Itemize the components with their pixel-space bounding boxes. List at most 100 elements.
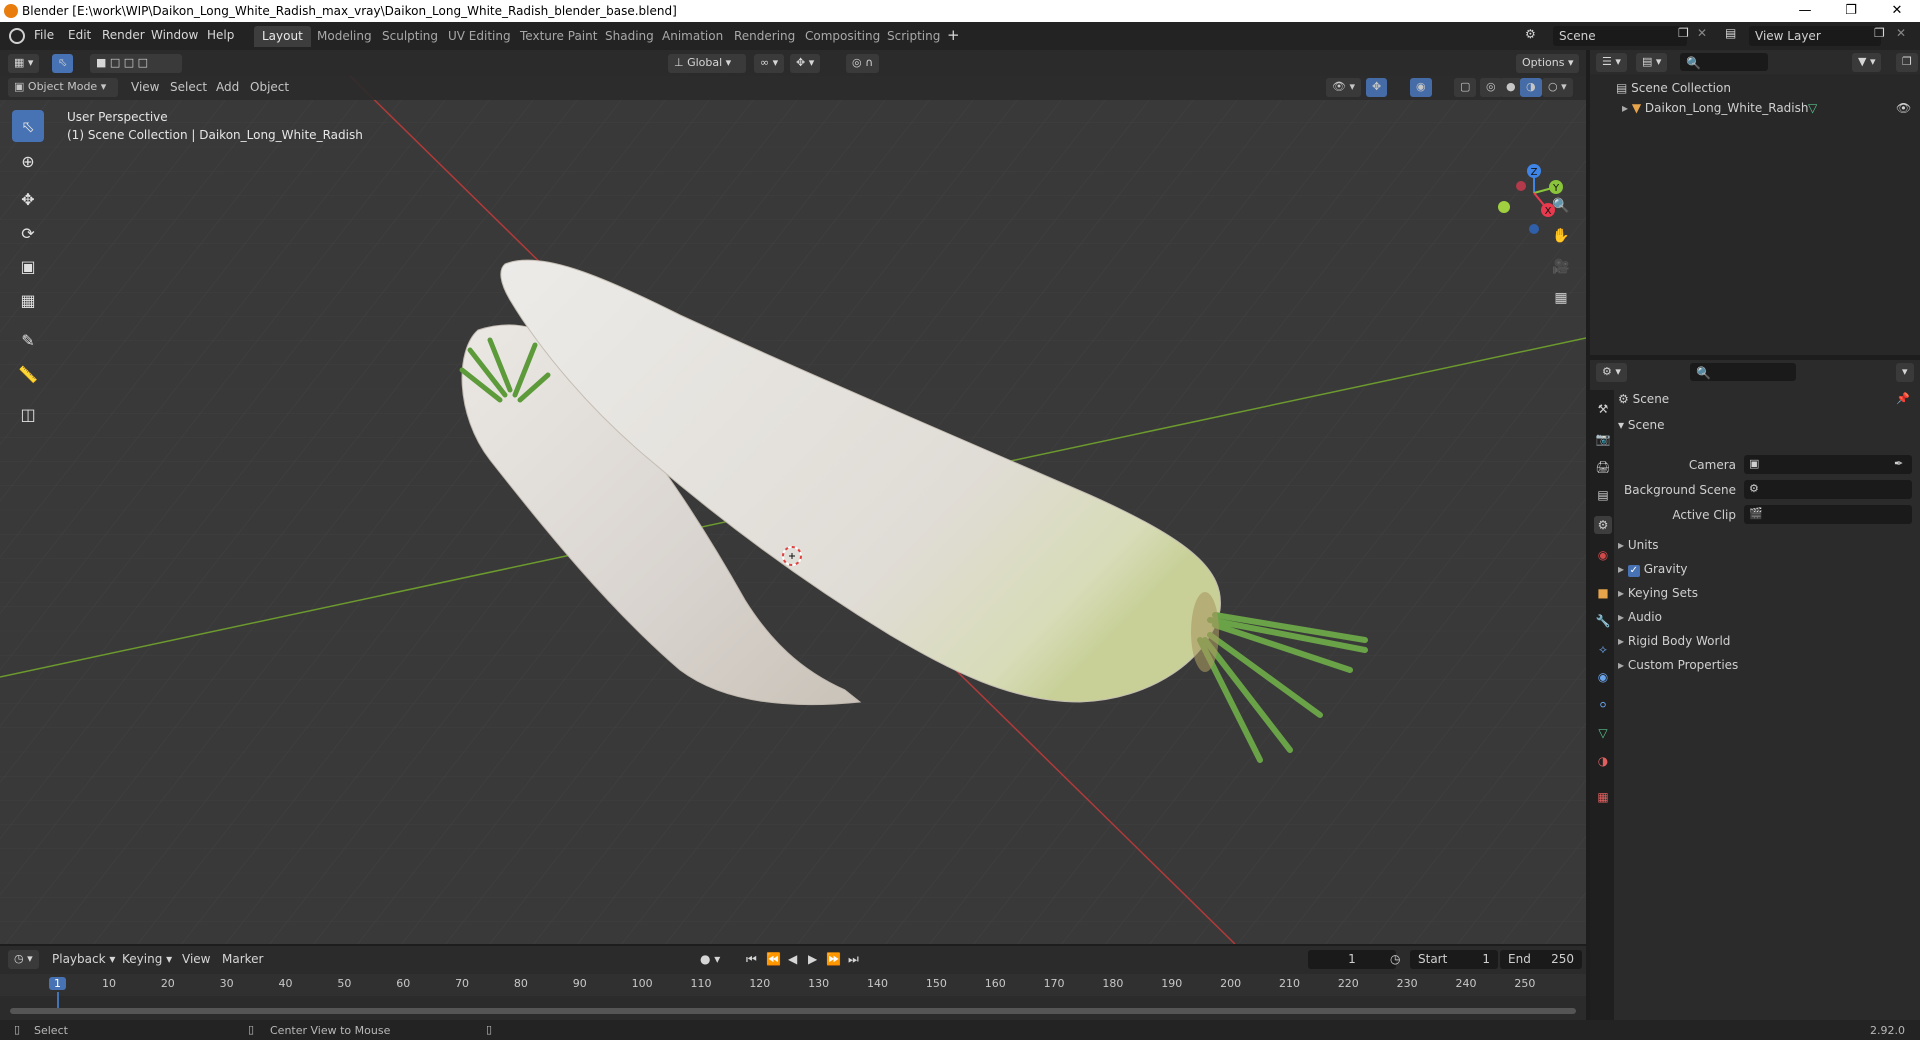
- object-mode-select[interactable]: ▣ Object Mode ▾: [8, 78, 118, 97]
- move-tool[interactable]: ✥: [12, 183, 44, 215]
- timeline-menu-marker[interactable]: Marker: [222, 952, 263, 966]
- background-scene-field[interactable]: ⚙: [1744, 480, 1912, 499]
- active-tool-icon[interactable]: ⬁: [52, 54, 74, 73]
- pivot-icon[interactable]: ∞ ▾: [754, 54, 785, 73]
- scene-selector[interactable]: Scene: [1553, 26, 1687, 46]
- display-mode-icon[interactable]: ▤ ▾: [1636, 53, 1668, 72]
- timeline-scrollbar[interactable]: [10, 1008, 1576, 1014]
- render-tab-icon[interactable]: 📷: [1594, 430, 1612, 448]
- pin-icon[interactable]: 📌: [1896, 392, 1910, 405]
- proportional-edit-icon[interactable]: ◎ ∩: [846, 54, 880, 73]
- minimize-button[interactable]: —: [1782, 0, 1828, 22]
- close-window-button[interactable]: ✕: [1874, 0, 1920, 22]
- frame-ruler[interactable]: 1 10 20 30 40 50 60 70 80 90 100 110 120 130 140 150 160…: [0, 974, 1586, 1012]
- select-box-tool[interactable]: ⬁: [12, 110, 44, 142]
- panel-gravity[interactable]: ▸ ✓ Gravity: [1618, 562, 1918, 577]
- panel-audio[interactable]: ▸ Audio: [1618, 610, 1918, 624]
- next-keyframe-icon[interactable]: ⏩: [826, 952, 841, 966]
- view-layer-selector[interactable]: View Layer: [1749, 26, 1881, 46]
- panel-units[interactable]: ▸ Units: [1618, 538, 1918, 552]
- shading-solid-icon[interactable]: ●: [1500, 78, 1522, 97]
- timeline-menu-playback[interactable]: Playback ▾: [52, 952, 115, 966]
- viewport-menu-view[interactable]: View: [131, 80, 159, 94]
- gravity-checkbox[interactable]: ✓: [1627, 565, 1640, 577]
- zoom-icon[interactable]: 🔍: [1549, 194, 1573, 218]
- play-reverse-icon[interactable]: ◀: [788, 952, 797, 966]
- prev-keyframe-icon[interactable]: ⏪: [766, 952, 781, 966]
- viewport-menu-add[interactable]: Add: [216, 80, 239, 94]
- selection-mode-buttons[interactable]: ■ □ □ □: [90, 54, 182, 73]
- material-tab-icon[interactable]: ◑: [1594, 752, 1612, 770]
- new-view-layer-icon[interactable]: ❐: [1874, 26, 1885, 40]
- scene-section-header[interactable]: ▾ Scene: [1618, 418, 1914, 438]
- panel-keying-sets[interactable]: ▸ Keying Sets: [1618, 586, 1918, 600]
- visibility-icon[interactable]: 👁 ▾: [1326, 78, 1361, 97]
- tab-uv-editing[interactable]: UV Editing: [440, 26, 519, 47]
- viewport-menu-object[interactable]: Object: [250, 80, 289, 94]
- cursor-tool[interactable]: ⊕: [12, 145, 44, 177]
- world-tab-icon[interactable]: ◉: [1594, 546, 1612, 564]
- properties-search-input[interactable]: 🔍: [1690, 363, 1796, 381]
- texture-tab-icon[interactable]: ▦: [1594, 788, 1612, 806]
- properties-editor-icon[interactable]: ⚙ ▾: [1596, 363, 1627, 382]
- start-frame-field[interactable]: Start 1: [1410, 950, 1498, 969]
- menu-help[interactable]: Help: [207, 28, 234, 42]
- menu-render[interactable]: Render: [102, 28, 145, 42]
- panel-rigid-body-world[interactable]: ▸ Rigid Body World: [1618, 634, 1918, 648]
- panel-custom-properties[interactable]: ▸ Custom Properties: [1618, 658, 1918, 672]
- timeline-editor-icon[interactable]: ◷ ▾: [8, 950, 39, 969]
- object-tab-icon[interactable]: ■: [1594, 584, 1612, 602]
- tab-animation[interactable]: Animation: [654, 26, 731, 47]
- tab-modeling[interactable]: Modeling: [309, 26, 380, 47]
- tab-texture-paint[interactable]: Texture Paint: [512, 26, 605, 47]
- overlay-toggle-icon[interactable]: ◉: [1410, 78, 1432, 97]
- restore-button[interactable]: ❐: [1828, 0, 1874, 22]
- ortho-grid-icon[interactable]: ▦: [1549, 286, 1573, 310]
- annotate-tool[interactable]: ✎: [12, 324, 44, 356]
- viewport-menu-select[interactable]: Select: [170, 80, 207, 94]
- editor-type-icon[interactable]: ▦ ▾: [8, 54, 40, 73]
- play-icon[interactable]: ▶: [808, 952, 817, 966]
- add-workspace-icon[interactable]: +: [947, 26, 960, 44]
- outliner-search-input[interactable]: 🔍: [1680, 53, 1768, 71]
- measure-tool[interactable]: 📏: [12, 358, 44, 390]
- constraints-tab-icon[interactable]: ⚪: [1594, 696, 1612, 714]
- shading-material-icon[interactable]: ◑: [1520, 78, 1542, 97]
- transform-tool[interactable]: ▦: [12, 284, 44, 316]
- mesh-data-icon[interactable]: ▽: [1808, 101, 1817, 115]
- expand-arrow-icon[interactable]: ▸: [1622, 101, 1628, 115]
- outliner-filter-icon[interactable]: ▼ ▾: [1852, 53, 1882, 72]
- modifier-tab-icon[interactable]: 🔧: [1594, 612, 1612, 630]
- scene-browse-icon[interactable]: ⚙: [1525, 27, 1536, 41]
- active-clip-field[interactable]: 🎬: [1744, 505, 1912, 524]
- visibility-eye-icon[interactable]: 👁: [1896, 101, 1911, 115]
- particles-tab-icon[interactable]: ⟡: [1594, 640, 1612, 658]
- menu-window[interactable]: Window: [151, 28, 198, 42]
- menu-edit[interactable]: Edit: [68, 28, 91, 42]
- properties-options-icon[interactable]: ▾: [1896, 363, 1914, 382]
- gizmo-toggle-icon[interactable]: ✥: [1366, 78, 1388, 97]
- new-collection-icon[interactable]: ❐: [1896, 53, 1918, 72]
- view-layer-icon[interactable]: ▤: [1725, 26, 1736, 40]
- timeline-menu-keying[interactable]: Keying ▾: [122, 952, 172, 966]
- options-button[interactable]: Options ▾: [1516, 54, 1580, 73]
- new-scene-icon[interactable]: ❐: [1678, 26, 1689, 40]
- current-frame-field[interactable]: 1: [1308, 950, 1396, 969]
- physics-tab-icon[interactable]: ◉: [1594, 668, 1612, 686]
- tab-rendering[interactable]: Rendering: [726, 26, 803, 47]
- data-tab-icon[interactable]: ▽: [1594, 724, 1612, 742]
- delete-scene-icon[interactable]: ✕: [1697, 26, 1707, 40]
- menu-file[interactable]: File: [34, 28, 54, 42]
- add-cube-tool[interactable]: ◫: [12, 398, 44, 430]
- tool-tab-icon[interactable]: ⚒: [1594, 400, 1612, 418]
- delete-view-layer-icon[interactable]: ✕: [1896, 26, 1906, 40]
- outliner-row-object[interactable]: ▸ ▼ Daikon_Long_White_Radish ▽ 👁: [1590, 98, 1920, 118]
- shading-wireframe-icon[interactable]: ◎: [1480, 78, 1502, 97]
- record-icon[interactable]: ● ▾: [700, 952, 720, 966]
- rotate-tool[interactable]: ⟳: [12, 217, 44, 249]
- timeline-menu-view[interactable]: View: [182, 952, 210, 966]
- tab-scripting[interactable]: Scripting: [879, 26, 948, 47]
- eyedropper-icon[interactable]: ✒: [1894, 457, 1903, 470]
- blender-menu-icon[interactable]: [9, 28, 25, 44]
- 3d-viewport[interactable]: Z Y X User Perspective (1) Scene Collect…: [0, 50, 1586, 944]
